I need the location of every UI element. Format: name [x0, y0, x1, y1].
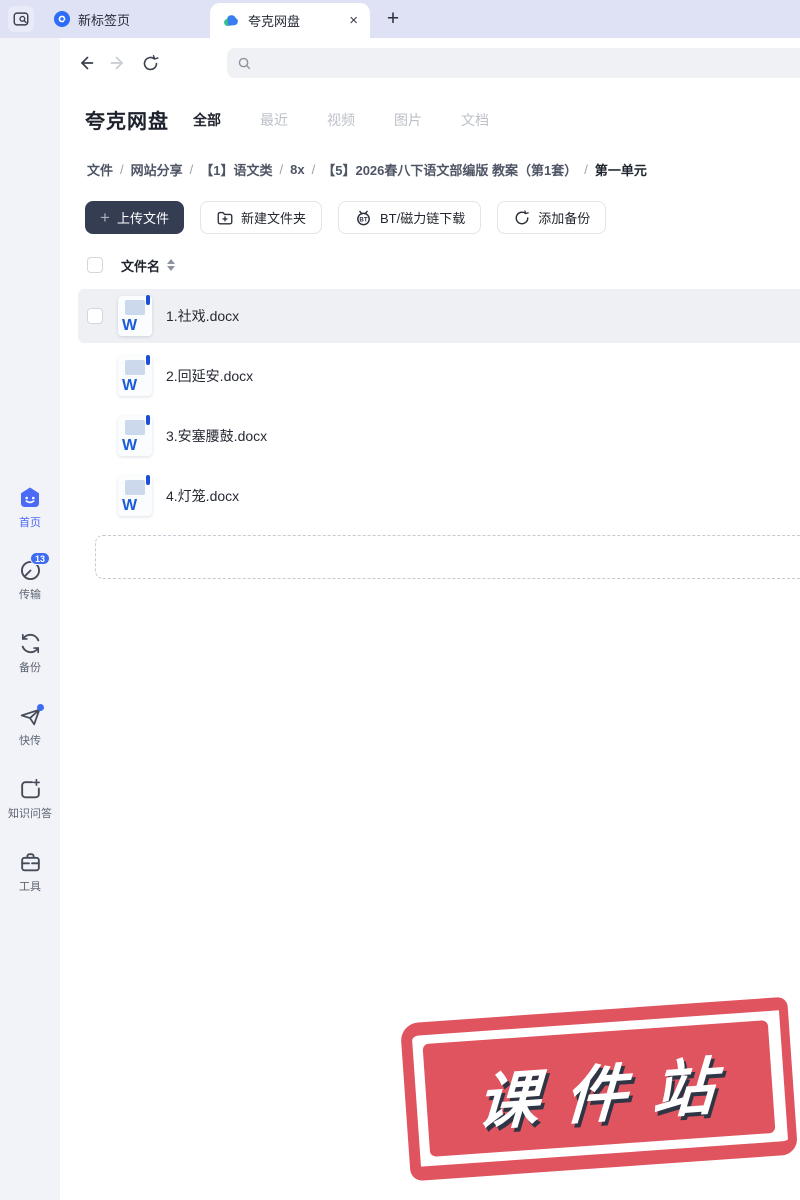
row-checkbox[interactable]: [87, 308, 103, 324]
cloud-icon: [222, 12, 240, 30]
browser-tab-new-tab-page[interactable]: 新标签页: [54, 10, 204, 29]
sidebar-item-label: 工具: [19, 881, 41, 893]
breadcrumb-separator: /: [120, 162, 124, 177]
sidebar-item-label: 备份: [19, 662, 41, 674]
quick-send-dot-badge: [37, 704, 44, 711]
tab-search-icon: [12, 10, 30, 28]
reload-icon: [141, 54, 160, 73]
tab-document[interactable]: 文档: [461, 110, 489, 130]
tab-search-button[interactable]: [8, 6, 34, 32]
file-row[interactable]: W 3.安塞腰鼓.docx: [78, 409, 800, 463]
sidebar: 首页 13 传输 备份 快传 知识问答 工具: [0, 38, 60, 1200]
word-doc-icon: W: [118, 475, 152, 516]
new-folder-icon: [216, 209, 234, 227]
quark-logo-icon: [54, 11, 70, 27]
breadcrumb: 文件 / 网站分享 / 【1】语文类 / 8x / 【5】2026春八下语文部编…: [87, 160, 800, 179]
watermark-stamp: 课件站: [399, 996, 799, 1182]
new-folder-label: 新建文件夹: [240, 211, 306, 226]
browser-tab-bar: 新标签页 夸克网盘 × +: [0, 0, 800, 38]
stamp-body: 课件站: [422, 1020, 776, 1157]
bt-download-icon: BT: [354, 208, 373, 227]
sidebar-item-label: 知识问答: [8, 808, 52, 820]
bt-magnet-download-label: BT/磁力链下载: [379, 211, 466, 226]
browser-window: 新标签页 夸克网盘 × + 首页 13 传输 备份 快传 知识问答 工具 夸克网…: [0, 0, 800, 1200]
forward-button[interactable]: [108, 53, 128, 73]
back-button[interactable]: [76, 53, 96, 73]
upload-file-button[interactable]: + 上传文件: [85, 201, 184, 234]
address-input[interactable]: [260, 55, 800, 71]
page-header: 夸克网盘 全部 最近 视频 图片 文档: [85, 105, 800, 134]
action-buttons: + 上传文件 新建文件夹 BT BT/磁力链下载 添加备份: [85, 201, 800, 234]
sort-toggle[interactable]: [167, 259, 176, 271]
sidebar-item-label: 传输: [19, 589, 41, 601]
tab-title: 夸克网盘: [248, 14, 301, 29]
new-folder-button[interactable]: 新建文件夹: [199, 201, 322, 234]
search-icon: [237, 56, 252, 71]
file-row[interactable]: W 1.社戏.docx: [78, 289, 800, 343]
sidebar-item-tools[interactable]: 工具: [0, 850, 60, 894]
filter-tabs: 全部 最近 视频 图片 文档: [193, 110, 489, 130]
add-backup-button[interactable]: 添加备份: [497, 201, 607, 234]
file-row[interactable]: W 4.灯笼.docx: [78, 469, 800, 523]
breadcrumb-item[interactable]: 【5】2026春八下语文部编版 教案（第1套）: [322, 160, 577, 179]
bt-magnet-download-button[interactable]: BT BT/磁力链下载: [337, 201, 482, 234]
browser-toolbar: [60, 38, 800, 88]
tab-image[interactable]: 图片: [394, 110, 422, 130]
file-list: W 1.社戏.docx W 2.回延安.docx W 3.安塞腰鼓.docx W…: [60, 289, 800, 523]
breadcrumb-item[interactable]: 文件: [87, 160, 113, 179]
backup-icon: [18, 631, 43, 656]
sidebar-item-backup[interactable]: 备份: [0, 631, 60, 675]
breadcrumb-separator: /: [189, 162, 194, 177]
filename-column-header: 文件名: [121, 258, 161, 274]
breadcrumb-item[interactable]: 8x: [290, 162, 304, 177]
knowledge-qa-icon: [18, 777, 43, 802]
tools-icon: [18, 850, 43, 875]
sidebar-item-label: 首页: [19, 517, 41, 529]
svg-text:BT: BT: [359, 216, 367, 223]
forward-arrow-icon: [108, 53, 128, 73]
word-doc-icon: W: [118, 295, 152, 336]
sidebar-item-label: 快传: [19, 735, 41, 747]
back-arrow-icon: [76, 53, 96, 73]
sort-down-icon: [167, 266, 176, 271]
tab-title: 新标签页: [78, 12, 131, 28]
file-name: 2.回延安.docx: [166, 368, 254, 384]
add-backup-label: 添加备份: [538, 211, 591, 226]
word-doc-icon: W: [118, 355, 152, 396]
breadcrumb-separator: /: [279, 162, 284, 177]
upload-drop-zone[interactable]: [95, 535, 800, 579]
breadcrumb-item[interactable]: 【1】语文类: [200, 160, 272, 179]
sidebar-item-quick-send[interactable]: 快传: [0, 704, 60, 748]
tab-recent[interactable]: 最近: [260, 110, 288, 130]
word-doc-icon: W: [118, 415, 152, 456]
tab-video[interactable]: 视频: [327, 110, 355, 130]
file-name: 4.灯笼.docx: [166, 488, 240, 504]
page-title: 夸克网盘: [85, 111, 169, 133]
file-name: 1.社戏.docx: [166, 308, 240, 324]
browser-tab-quark-drive[interactable]: 夸克网盘 ×: [210, 3, 370, 38]
sidebar-item-home[interactable]: 首页: [0, 485, 60, 529]
stamp-text: 课件站: [475, 1050, 743, 1139]
sort-up-icon: [167, 259, 176, 264]
tab-all[interactable]: 全部: [193, 110, 221, 130]
breadcrumb-separator: /: [584, 162, 588, 177]
file-list-header: 文件名: [78, 256, 800, 274]
close-icon[interactable]: ×: [349, 13, 358, 28]
file-name: 3.安塞腰鼓.docx: [166, 428, 268, 444]
address-bar[interactable]: [227, 48, 800, 78]
transfer-count-badge: 13: [30, 552, 51, 565]
backup-circle-icon: [513, 209, 531, 227]
breadcrumb-current: 第一单元: [594, 163, 647, 178]
sidebar-item-knowledge-qa[interactable]: 知识问答: [0, 777, 60, 821]
home-icon: [17, 485, 43, 511]
upload-file-label: 上传文件: [116, 211, 169, 226]
breadcrumb-separator: /: [311, 162, 316, 177]
plus-icon: +: [100, 208, 110, 227]
sidebar-item-transfer[interactable]: 13 传输: [0, 552, 60, 602]
reload-button[interactable]: [140, 53, 160, 73]
select-all-checkbox[interactable]: [87, 257, 103, 273]
new-tab-button[interactable]: +: [378, 4, 408, 34]
file-row[interactable]: W 2.回延安.docx: [78, 349, 800, 403]
breadcrumb-item[interactable]: 网站分享: [131, 160, 183, 179]
